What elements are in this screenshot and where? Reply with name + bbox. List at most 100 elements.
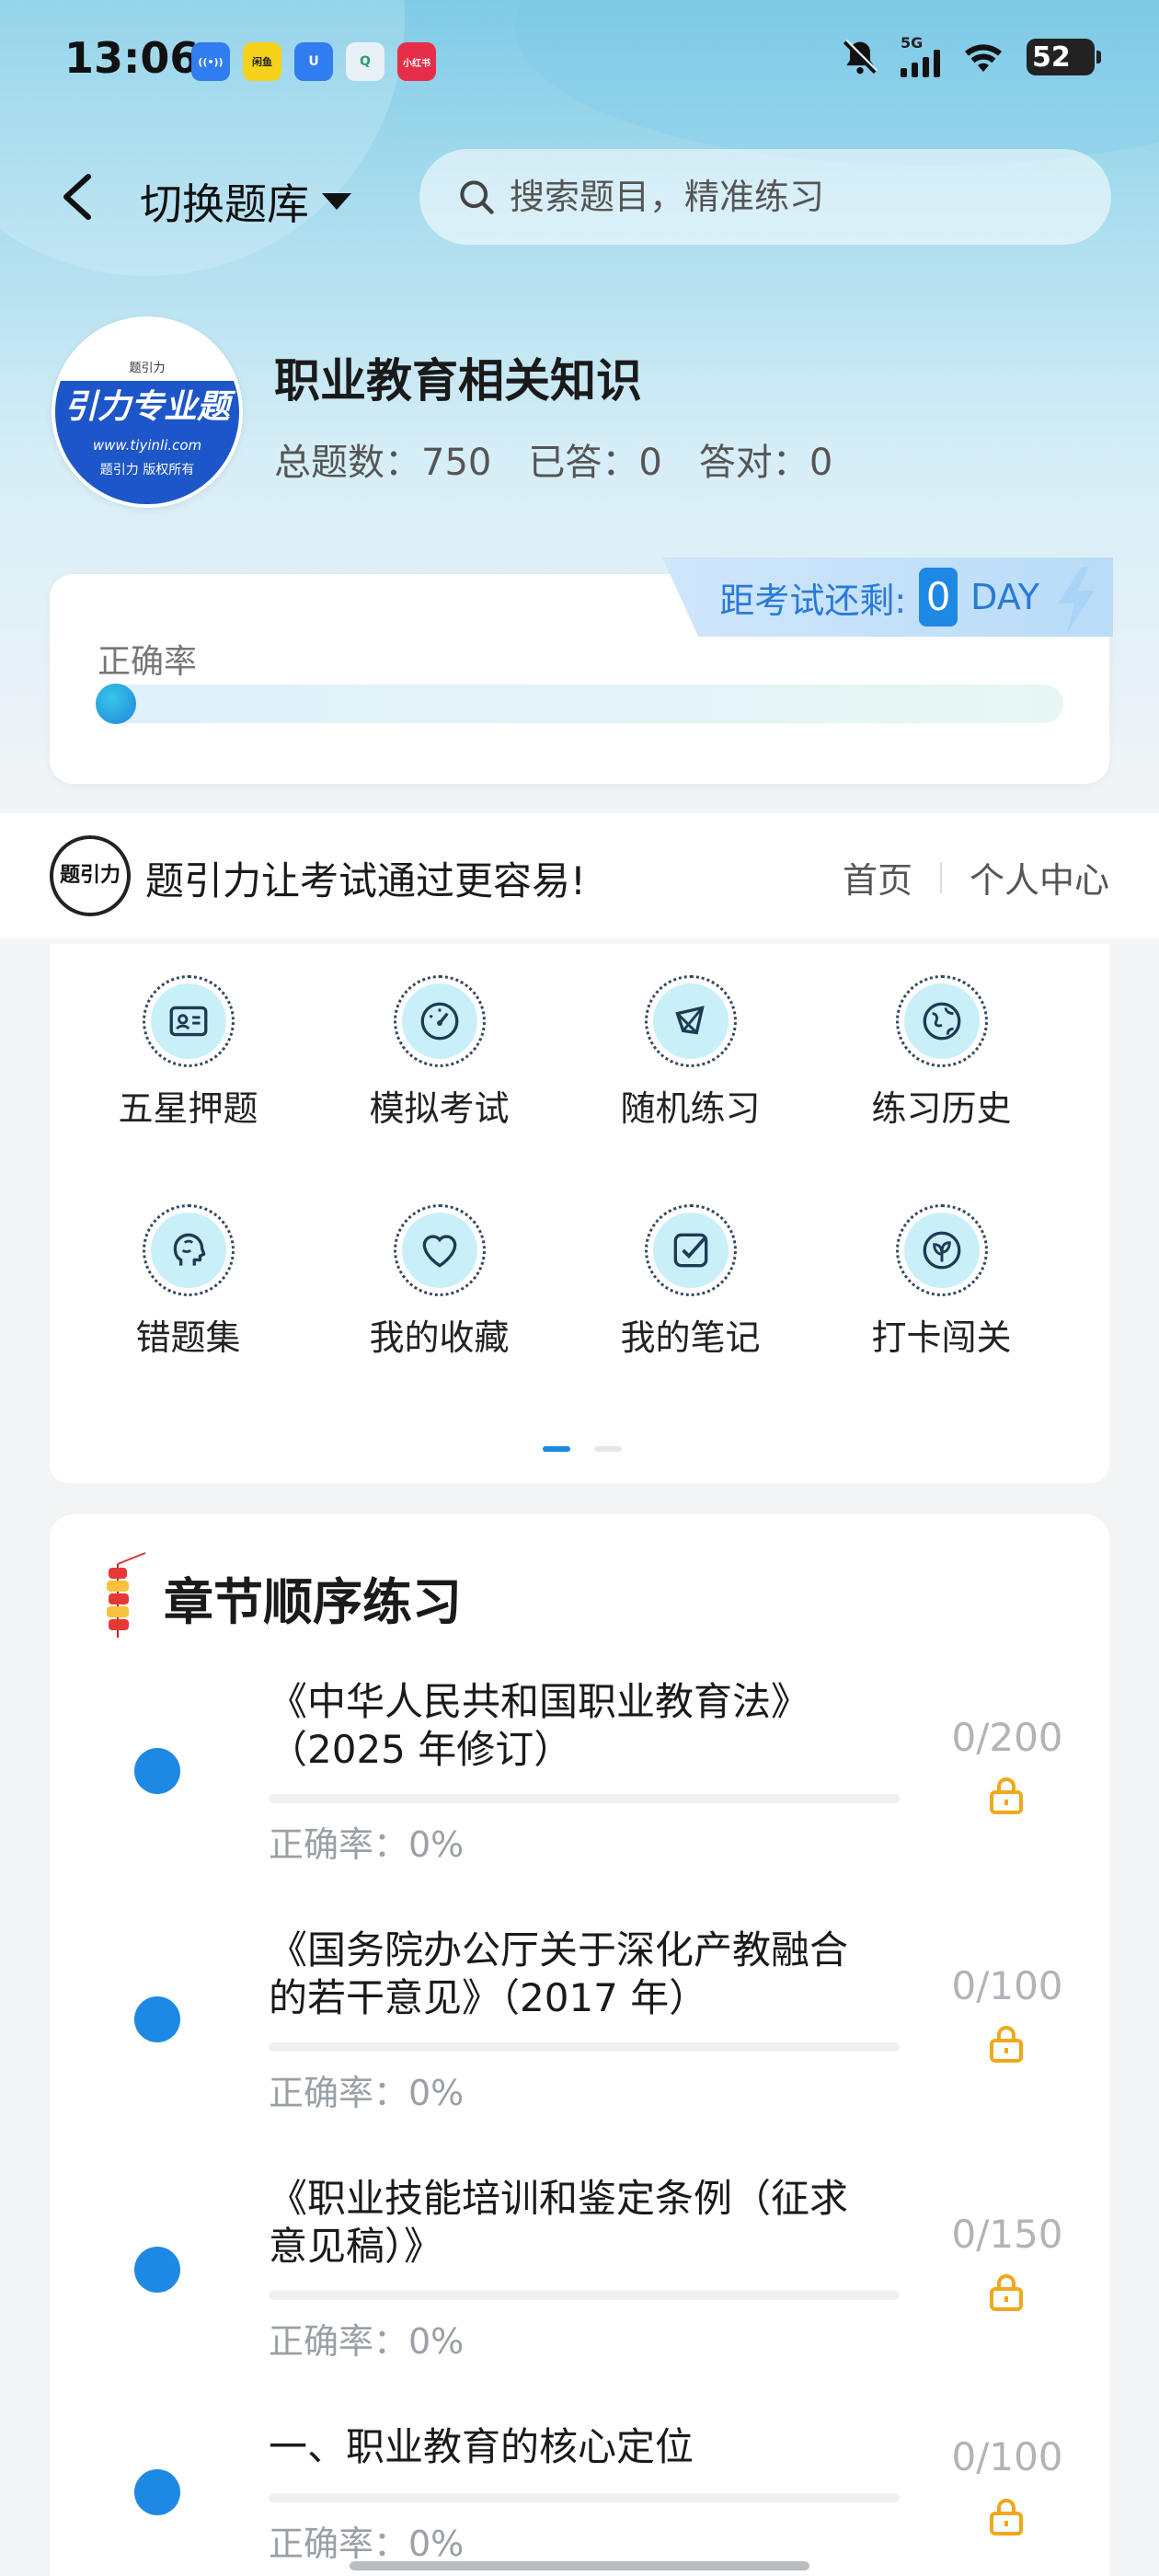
lock-icon (990, 1777, 1023, 1814)
page-dot-active (543, 1446, 570, 1452)
chapter-bullet (134, 2247, 180, 2293)
function-history[interactable]: 练习历史 (816, 975, 1067, 1131)
exam-countdown: 距考试还剩: 0 DAY (662, 558, 1113, 637)
function-label: 模拟考试 (369, 1088, 510, 1129)
divider (939, 861, 942, 893)
status-bar: 13:06 ((•)) 闲鱼 U Q 小红书 5G 52 (0, 0, 1159, 120)
chapter-header: 章节顺序练习 (99, 1551, 462, 1643)
function-label: 打卡闯关 (871, 1317, 1012, 1358)
firecracker-icon (107, 1552, 146, 1638)
brand-logo: 题引力 (50, 835, 131, 916)
site-banner: 题引力 题引力让考试通过更容易! 首页 个人中心 (0, 813, 1159, 938)
chapter-accuracy: 正确率：0% (269, 2524, 465, 2564)
accuracy-label: 正确率 (98, 643, 198, 681)
news-app-icon: 闲鱼 (243, 42, 281, 81)
network-type: 5G (901, 34, 924, 52)
home-link[interactable]: 首页 (843, 852, 912, 903)
correct-stat: 答对：0 (698, 442, 833, 484)
chapter-progress (269, 2493, 900, 2502)
chapter-progress (269, 2042, 900, 2052)
profile-link[interactable]: 个人中心 (970, 852, 1109, 903)
id-card-icon (150, 983, 226, 1059)
bank-stats: 总题数：750 已答：0 答对：0 (274, 432, 832, 486)
answered-stat: 已答：0 (528, 442, 662, 484)
function-label: 错题集 (135, 1317, 241, 1358)
accuracy-progress-track (98, 684, 1063, 723)
chapter-count: 0/150 (951, 2212, 1063, 2257)
countdown-label: 距考试还剩: (719, 580, 907, 621)
chapter-bullet (134, 1748, 180, 1794)
chapter-accuracy: 正确率：0% (269, 1824, 465, 1865)
search-input[interactable] (510, 177, 1061, 217)
chapter-count: 0/200 (951, 1715, 1063, 1760)
chapter-title: 《职业技能培训和鉴定条例（征求 意见稿）》 (269, 2176, 849, 2269)
lightning-icon (1058, 567, 1095, 633)
function-random-practice[interactable]: 随机练习 (565, 975, 816, 1131)
function-mock-exam[interactable]: 模拟考试 (314, 975, 565, 1131)
lock-icon (990, 2274, 1023, 2311)
battery-icon: 52 (1027, 39, 1101, 75)
banner-links: 首页 个人中心 (843, 852, 1109, 903)
function-checkin[interactable]: 打卡闯关 (816, 1204, 1067, 1360)
mute-bell-icon (843, 39, 878, 75)
chapter-progress (269, 2291, 900, 2300)
logo-headline: 引力专业题 (55, 381, 239, 434)
function-notes[interactable]: 我的笔记 (565, 1204, 816, 1360)
function-five-star[interactable]: 五星押题 (63, 975, 314, 1131)
function-favorites[interactable]: 我的收藏 (314, 1204, 565, 1360)
bank-title: 职业教育相关知识 (274, 354, 642, 408)
brand-slogan: 题引力让考试通过更容易! (145, 858, 586, 903)
home-indicator[interactable] (350, 2561, 809, 2570)
function-label: 练习历史 (871, 1088, 1012, 1129)
function-grid: 五星押题 模拟考试 随机练习 练习历史 错题集 我的收藏 我的笔记 打卡闯关 (50, 975, 1109, 1360)
caret-down-icon (322, 193, 351, 210)
chapter-title: 《国务院办公厅关于深化产教融合 的若干意见》（2017 年） (269, 1927, 849, 2020)
globe-icon (903, 983, 980, 1059)
logo-brand-small: 题引力 (129, 362, 166, 375)
lock-icon (990, 2026, 1023, 2063)
brain-icon (150, 1213, 226, 1288)
cell-signal: 5G (901, 34, 940, 77)
chapter-count: 0/100 (951, 1963, 1063, 2008)
chapter-progress (269, 1794, 900, 1803)
countdown-unit: DAY (970, 577, 1039, 617)
note-check-icon (652, 1213, 729, 1288)
accuracy-progress-knob (96, 684, 136, 724)
status-right: 5G 52 (840, 34, 1101, 77)
leaf-icon (903, 1213, 980, 1288)
switch-bank-label: 切换题库 (140, 179, 309, 229)
function-label: 我的笔记 (620, 1317, 761, 1358)
function-label: 我的收藏 (369, 1317, 510, 1358)
chapter-title: 《中华人民共和国职业教育法》 （2025 年修订） (269, 1679, 810, 1772)
chapter-heading: 章节顺序练习 (164, 1572, 462, 1631)
chapter-accuracy: 正确率：0% (269, 2321, 465, 2362)
hotspot-icon: ((•)) (191, 42, 230, 81)
page-indicator (543, 1446, 622, 1452)
bank-logo: 题引力 引力专业题 www.tiyinli.com 题引力 版权所有 (52, 316, 243, 508)
chapter-bullet (134, 1996, 180, 2042)
search-app-icon: Q (346, 42, 384, 81)
switch-bank-button[interactable]: 切换题库 (140, 171, 351, 232)
shuffle-icon (652, 983, 729, 1059)
total-stat: 总题数：750 (274, 442, 492, 484)
back-arrow-icon[interactable] (55, 169, 101, 224)
function-label: 随机练习 (620, 1088, 761, 1129)
shield-app-icon: U (294, 42, 333, 81)
wifi-icon (965, 44, 1002, 72)
signal-icon (901, 50, 940, 77)
chapter-title: 一、职业教育的核心定位 (269, 2424, 694, 2469)
heart-icon (401, 1213, 477, 1288)
lock-icon (990, 2499, 1023, 2536)
gauge-icon (401, 983, 477, 1059)
chapter-bullet (134, 2469, 180, 2515)
chapter-count: 0/100 (951, 2434, 1063, 2479)
logo-url: www.tiyinli.com (55, 434, 239, 456)
xiaohongshu-icon: 小红书 (397, 42, 436, 81)
function-wrong-set[interactable]: 错题集 (63, 1204, 314, 1360)
countdown-value: 0 (919, 568, 958, 627)
search-bar[interactable] (419, 149, 1111, 245)
function-label: 五星押题 (118, 1088, 258, 1129)
status-time: 13:06 (64, 33, 200, 83)
chapter-accuracy: 正确率：0% (269, 2073, 465, 2113)
notification-icons: ((•)) 闲鱼 U Q 小红书 (191, 42, 436, 81)
